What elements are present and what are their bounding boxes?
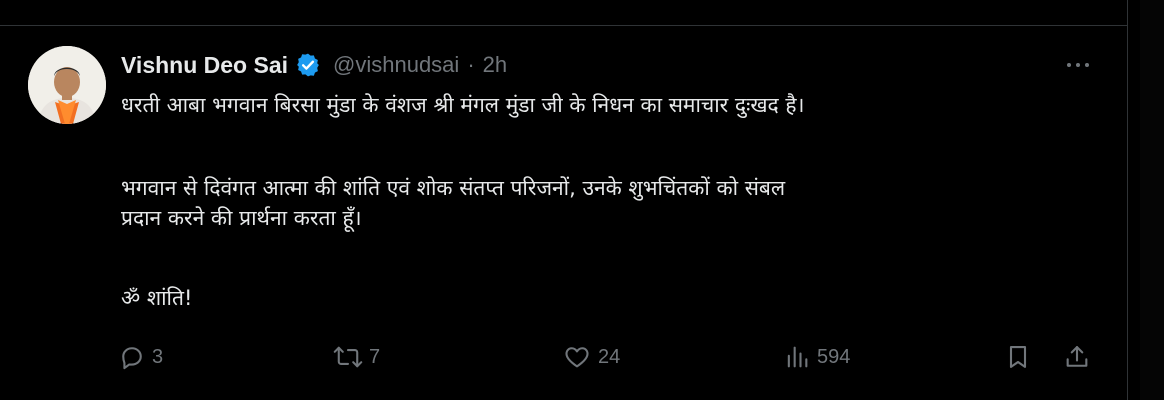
reply-count: 3 [152, 345, 164, 368]
tweet-header: Vishnu Deo Sai @vishnudsai · 2h [121, 50, 507, 80]
bookmark-icon [1004, 343, 1032, 371]
tweet-text-line-3: प्रदान करने की प्रार्थना करता हूँ। [121, 206, 362, 230]
view-count: 594 [817, 345, 851, 368]
repost-icon [333, 343, 363, 371]
views-chart-icon [783, 343, 811, 371]
bookmark-button[interactable] [1004, 340, 1032, 374]
author-name[interactable]: Vishnu Deo Sai [121, 52, 288, 79]
reply-icon [118, 343, 146, 371]
share-button[interactable] [1063, 340, 1091, 374]
repost-count: 7 [369, 345, 381, 368]
repost-button[interactable]: 7 [333, 340, 380, 374]
scrollbar-track[interactable] [1140, 0, 1164, 400]
heart-icon [562, 343, 592, 371]
like-button[interactable]: 24 [562, 340, 620, 374]
like-count: 24 [598, 345, 621, 368]
meta-separator: · [467, 52, 475, 77]
author-handle[interactable]: @vishnudsai [333, 52, 459, 78]
tweet-text-line-1: धरती आबा भगवान बिरसा मुंडा के वंशज श्री … [121, 93, 805, 117]
views-button[interactable]: 594 [783, 340, 850, 374]
dot-2 [1076, 63, 1080, 67]
tweet-text-line-2: भगवान से दिवंगत आत्मा की शांति एवं शोक स… [121, 176, 786, 200]
column-border [1127, 0, 1128, 400]
more-dots-icon[interactable] [1060, 52, 1096, 78]
reply-button[interactable]: 3 [118, 340, 163, 374]
top-divider [0, 25, 1128, 26]
dot-1 [1067, 63, 1071, 67]
tweet-text-line-4: ॐ शांति! [121, 286, 193, 310]
dot-3 [1085, 63, 1089, 67]
avatar[interactable] [28, 46, 106, 124]
verified-badge-icon[interactable] [295, 52, 321, 78]
share-icon [1063, 343, 1091, 371]
timestamp[interactable]: 2h [483, 52, 507, 78]
